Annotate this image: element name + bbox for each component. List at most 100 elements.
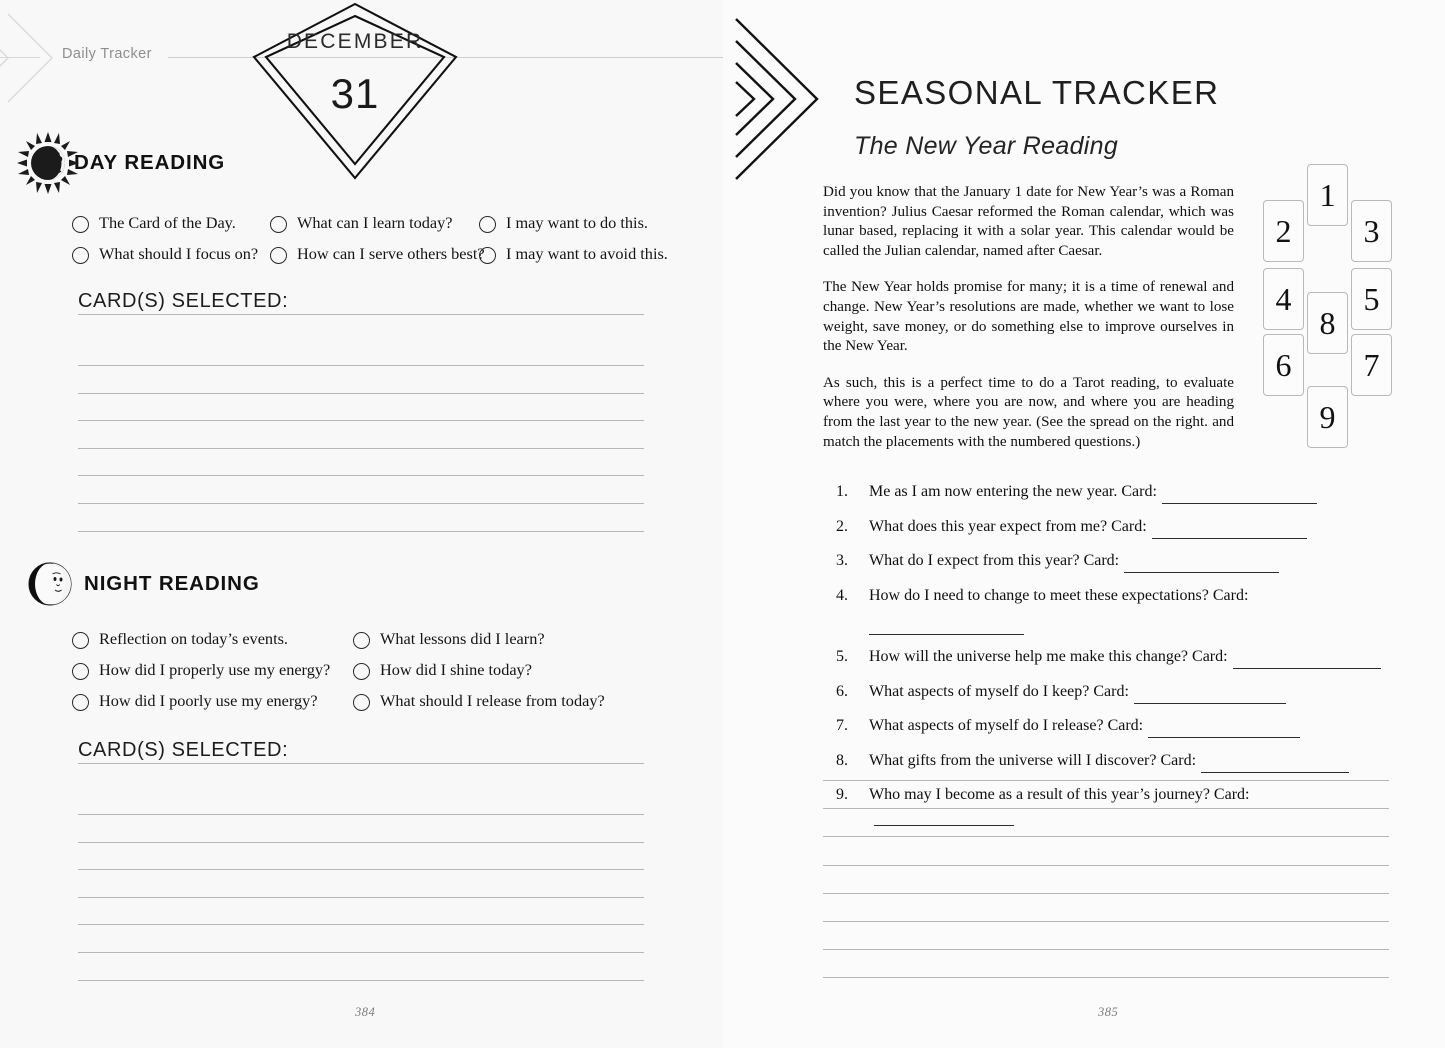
question-number: 7. (836, 717, 848, 734)
question-number: 5. (836, 648, 848, 665)
day-option-label: I may want to do this. (506, 213, 648, 232)
card-spread-diagram: 123458679 (1263, 164, 1393, 454)
folio-left: 384 (355, 1005, 376, 1019)
radio-icon[interactable] (353, 694, 370, 711)
answer-blank[interactable] (1148, 718, 1301, 738)
writing-line[interactable] (823, 977, 1389, 979)
writing-line[interactable] (78, 979, 644, 981)
day-option-4[interactable]: I may want to do this. (479, 213, 648, 233)
night-option-label: What lessons did I learn? (380, 629, 545, 648)
day-option-0[interactable]: The Card of the Day. (72, 213, 236, 233)
writing-line[interactable] (78, 365, 644, 366)
radio-icon[interactable] (353, 663, 370, 680)
writing-line[interactable] (78, 841, 644, 843)
answer-blank[interactable] (1124, 553, 1280, 573)
writing-line[interactable] (78, 763, 644, 764)
right-page-chevron-icon (733, 16, 831, 182)
night-option-5[interactable]: What should I release from today? (353, 691, 605, 711)
radio-icon[interactable] (72, 247, 89, 264)
day-option-3[interactable]: How can I serve others best? (270, 244, 485, 264)
question-number: 8. (836, 751, 848, 769)
night-cards-selected-label: CARD(S) SELECTED: (78, 739, 289, 761)
spread-card-4[interactable]: 4 (1263, 268, 1304, 330)
running-head: Daily Tracker (62, 46, 152, 62)
writing-line[interactable] (823, 892, 1389, 894)
radio-icon[interactable] (479, 247, 496, 264)
page-subtitle: The New Year Reading (854, 132, 1119, 160)
day-option-2[interactable]: What can I learn today? (270, 213, 453, 233)
writing-line[interactable] (823, 780, 1389, 781)
writing-line[interactable] (823, 921, 1389, 922)
writing-line[interactable] (78, 475, 644, 477)
radio-icon[interactable] (72, 216, 89, 233)
night-option-0[interactable]: Reflection on today’s events. (72, 629, 288, 649)
writing-line[interactable] (78, 896, 644, 898)
spread-card-3[interactable]: 3 (1351, 200, 1392, 262)
question-number: 4. (836, 586, 848, 604)
radio-icon[interactable] (479, 216, 496, 233)
night-option-4[interactable]: How did I shine today? (353, 660, 532, 680)
day-reading-title: DAY READING (74, 151, 226, 174)
intro-body-text: Did you know that the January 1 date for… (823, 183, 1234, 469)
night-option-2[interactable]: How did I poorly use my energy? (72, 691, 318, 711)
day-option-1[interactable]: What should I focus on? (72, 244, 258, 264)
spread-card-8[interactable]: 8 (1307, 292, 1348, 354)
question-number: 9. (836, 786, 848, 803)
night-option-1[interactable]: How did I properly use my energy? (72, 660, 330, 680)
writing-line[interactable] (78, 924, 644, 926)
question-text: Who may I become as a result of this yea… (869, 786, 1250, 803)
answer-blank[interactable] (1201, 753, 1350, 773)
answer-blank[interactable] (1133, 684, 1286, 704)
emblem-day: 31 (330, 70, 380, 117)
writing-line[interactable] (78, 420, 644, 422)
writing-line[interactable] (78, 530, 644, 532)
night-option-label: Reflection on today’s events. (99, 629, 288, 648)
answer-blank[interactable] (1232, 649, 1381, 669)
writing-line[interactable] (78, 814, 644, 815)
radio-icon[interactable] (72, 632, 89, 649)
radio-icon[interactable] (353, 632, 370, 649)
question-number: 2. (836, 517, 848, 535)
night-option-3[interactable]: What lessons did I learn? (353, 629, 545, 649)
spread-card-1[interactable]: 1 (1307, 164, 1348, 226)
writing-line[interactable] (78, 392, 644, 394)
writing-line[interactable] (78, 952, 644, 953)
writing-line[interactable] (823, 864, 1389, 866)
spread-card-6[interactable]: 6 (1263, 334, 1304, 396)
radio-icon[interactable] (270, 216, 287, 233)
radio-icon[interactable] (72, 663, 89, 680)
intro-paragraph: Did you know that the January 1 date for… (823, 184, 1234, 259)
sun-icon (16, 131, 80, 195)
day-option-label: I may want to avoid this. (506, 244, 668, 263)
writing-line[interactable] (78, 869, 644, 871)
answer-blank[interactable] (1151, 519, 1307, 539)
radio-icon[interactable] (270, 247, 287, 264)
question-text: What aspects of myself do I keep? Card: (869, 682, 1129, 700)
spread-card-5[interactable]: 5 (1351, 268, 1392, 330)
question-row: 3. What do I expect from this year? Card: (831, 551, 1391, 573)
question-row: 8. What gifts from the universe will I di… (831, 751, 1391, 773)
spread-card-2[interactable]: 2 (1263, 200, 1304, 262)
page-title: SEASONAL TRACKER (854, 74, 1220, 111)
night-reading-title: NIGHT READING (84, 572, 260, 595)
writing-line[interactable] (78, 503, 644, 504)
day-option-label: What can I learn today? (297, 213, 453, 232)
answer-blank[interactable] (869, 615, 1024, 635)
question-text: How will the universe help me make this … (869, 648, 1228, 665)
day-option-5[interactable]: I may want to avoid this. (479, 244, 668, 264)
question-text: How do I need to change to meet these ex… (869, 586, 1249, 604)
question-row: 6. What aspects of myself do I keep? Card… (831, 682, 1391, 704)
left-page: Daily Tracker DECEMBER 31 DAY READING Th… (0, 0, 723, 1048)
writing-line[interactable] (823, 808, 1389, 810)
spread-card-7[interactable]: 7 (1351, 334, 1392, 396)
writing-line[interactable] (78, 314, 644, 315)
writing-line[interactable] (78, 447, 644, 449)
question-row: 2. What does this year expect from me? Ca… (831, 517, 1391, 539)
question-number: 3. (836, 552, 848, 569)
question-row: 7. What aspects of myself do I release? C… (831, 716, 1391, 738)
spread-card-9[interactable]: 9 (1307, 386, 1348, 448)
writing-line[interactable] (823, 949, 1389, 951)
answer-blank[interactable] (1161, 484, 1317, 504)
radio-icon[interactable] (72, 694, 89, 711)
writing-line[interactable] (823, 836, 1389, 838)
